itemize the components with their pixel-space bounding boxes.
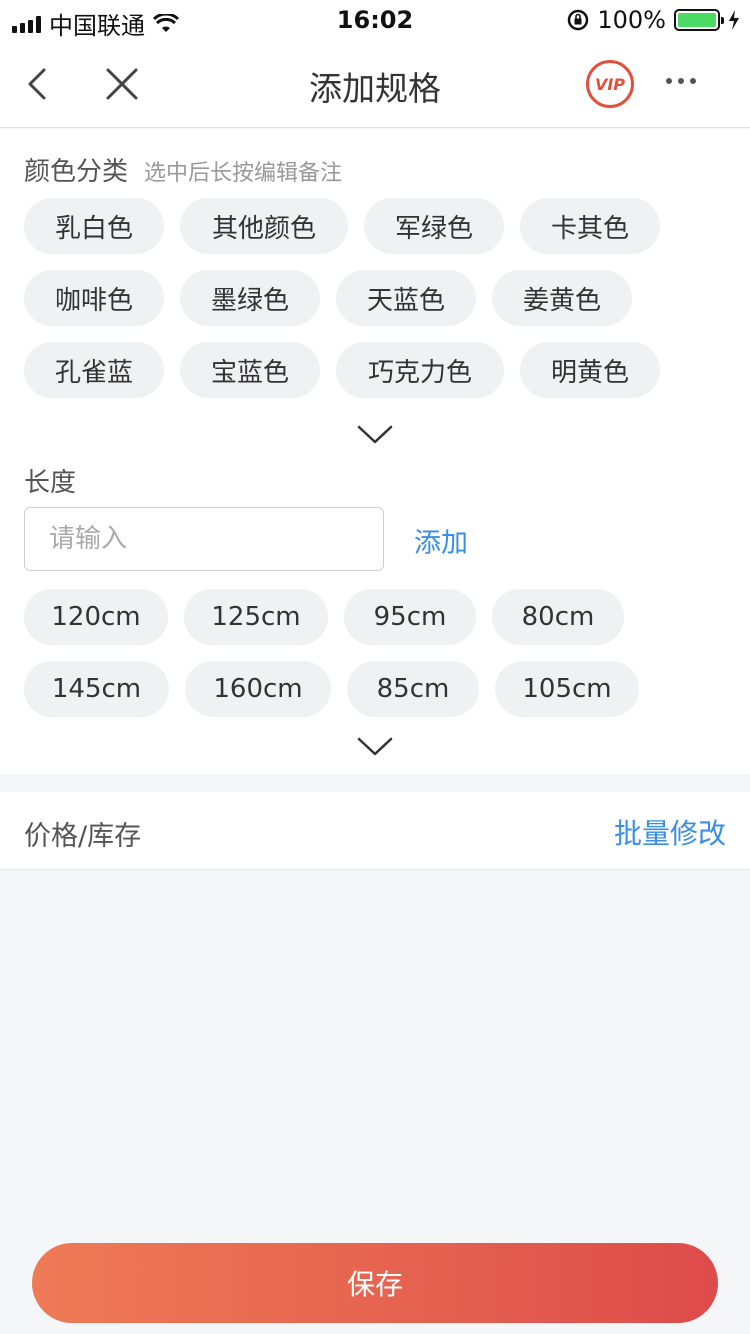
color-chip[interactable]: 墨绿色 bbox=[180, 270, 320, 326]
color-section-header: 颜色分类 选中后长按编辑备注 bbox=[24, 151, 342, 188]
status-right: 100% bbox=[567, 6, 740, 34]
length-chip[interactable]: 105cm bbox=[495, 661, 639, 717]
nav-bar: 添加规格 VIP bbox=[0, 40, 750, 128]
color-chip[interactable]: 孔雀蓝 bbox=[24, 342, 164, 398]
color-chip[interactable]: 天蓝色 bbox=[336, 270, 476, 326]
page-title: 添加规格 bbox=[309, 69, 441, 108]
color-chip[interactable]: 姜黄色 bbox=[492, 270, 632, 326]
more-icon[interactable] bbox=[666, 78, 696, 84]
battery-percent: 100% bbox=[597, 6, 666, 34]
color-chip[interactable]: 宝蓝色 bbox=[180, 342, 320, 398]
length-chip[interactable]: 125cm bbox=[184, 589, 328, 645]
color-section-hint: 选中后长按编辑备注 bbox=[144, 161, 343, 186]
color-chip[interactable]: 巧克力色 bbox=[336, 342, 504, 398]
color-section-title: 颜色分类 bbox=[24, 157, 129, 187]
length-chip[interactable]: 85cm bbox=[347, 661, 479, 717]
charging-icon bbox=[729, 10, 739, 30]
length-chip[interactable]: 80cm bbox=[492, 589, 624, 645]
length-chip[interactable]: 145cm bbox=[24, 661, 169, 717]
color-chip[interactable]: 军绿色 bbox=[364, 198, 504, 254]
chevron-down-icon[interactable] bbox=[355, 423, 395, 447]
price-stock-label: 价格/库存 bbox=[24, 821, 142, 852]
status-bar: 中国联通 16:02 100% bbox=[0, 0, 750, 40]
vip-icon[interactable]: VIP bbox=[586, 60, 634, 108]
length-chip[interactable]: 160cm bbox=[185, 661, 331, 717]
rotation-lock-icon bbox=[568, 9, 589, 31]
length-chip[interactable]: 95cm bbox=[344, 589, 476, 645]
color-chip[interactable]: 咖啡色 bbox=[24, 270, 164, 326]
add-length-button[interactable]: 添加 bbox=[414, 521, 468, 560]
batch-edit-button[interactable]: 批量修改 bbox=[614, 812, 726, 852]
color-chip[interactable]: 其他颜色 bbox=[180, 198, 348, 254]
color-chip[interactable]: 明黄色 bbox=[520, 342, 660, 398]
length-input[interactable] bbox=[24, 507, 384, 571]
length-chip-list: 120cm 125cm 95cm 80cm 145cm 160cm 85cm 1… bbox=[24, 589, 726, 717]
color-chip[interactable]: 卡其色 bbox=[520, 198, 660, 254]
spec-section: 颜色分类 选中后长按编辑备注 乳白色 其他颜色 军绿色 卡其色 咖啡色 墨绿色 … bbox=[0, 129, 750, 774]
chevron-down-icon[interactable] bbox=[355, 735, 395, 759]
price-stock-row: 价格/库存 批量修改 bbox=[0, 792, 750, 870]
length-section-title: 长度 bbox=[24, 468, 77, 498]
vip-label: VIP bbox=[594, 74, 626, 94]
length-chip[interactable]: 120cm bbox=[24, 589, 168, 645]
save-button[interactable]: 保存 bbox=[32, 1243, 718, 1323]
color-chip[interactable]: 乳白色 bbox=[24, 198, 164, 254]
color-chip-list: 乳白色 其他颜色 军绿色 卡其色 咖啡色 墨绿色 天蓝色 姜黄色 孔雀蓝 宝蓝色… bbox=[24, 198, 726, 398]
battery-icon bbox=[674, 9, 724, 31]
